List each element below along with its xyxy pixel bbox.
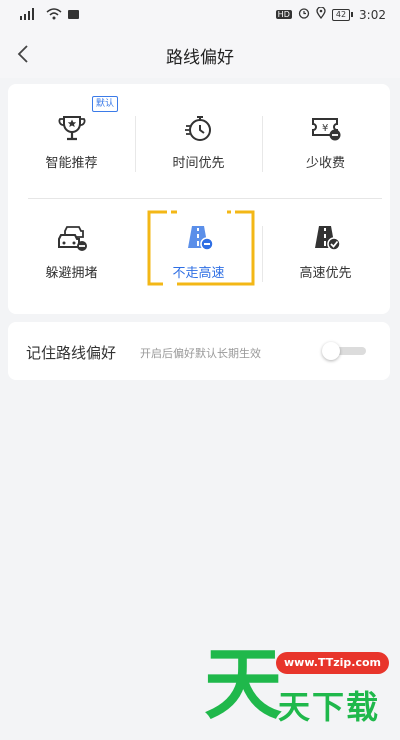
option-label: 时间优先	[172, 156, 225, 171]
trophy-icon	[58, 116, 86, 141]
clock: 3:02	[359, 7, 386, 22]
status-bar: HD 42 3:02	[0, 0, 400, 30]
highway-check-icon	[315, 226, 341, 251]
highway-minus-icon	[188, 226, 214, 251]
option-highway-first[interactable]: 高速优先	[262, 204, 389, 304]
battery-icon: 42	[331, 8, 354, 21]
option-label: 少收费	[305, 156, 345, 171]
watermark-text: 天下载	[278, 688, 381, 726]
svg-text:¥: ¥	[322, 123, 328, 134]
remember-toggle[interactable]	[322, 342, 366, 360]
notification-icon	[68, 9, 79, 23]
preference-row: 默认 智能推荐 时间优先 ¥ 少收费	[8, 94, 390, 194]
option-label: 智能推荐	[45, 156, 98, 171]
wifi-icon	[46, 8, 62, 23]
option-label: 不走高速	[172, 266, 225, 281]
option-no-highway[interactable]: 不走高速	[135, 204, 262, 304]
option-time-first[interactable]: 时间优先	[135, 94, 262, 194]
traffic-cars-icon	[58, 226, 87, 251]
route-preference-card: 默认 智能推荐 时间优先 ¥ 少收费 躲避拥堵 不走高速 高速优先	[8, 84, 390, 314]
watermark: 天 www.TTzip.com 天下载	[200, 640, 400, 740]
signal-icon	[20, 8, 40, 23]
ticket-minus-icon: ¥	[312, 118, 341, 141]
watermark-url: www.TTzip.com	[276, 652, 389, 674]
option-less-toll[interactable]: ¥ 少收费	[262, 94, 389, 194]
option-label: 躲避拥堵	[45, 266, 98, 281]
watermark-logo-char: 天	[204, 640, 283, 730]
stopwatch-icon	[185, 116, 211, 141]
remember-description: 开启后偏好默认长期生效	[140, 347, 261, 360]
page-title: 路线偏好	[166, 48, 234, 68]
option-label: 高速优先	[299, 266, 352, 281]
navbar: 路线偏好	[0, 30, 400, 78]
alarm-icon	[298, 7, 310, 22]
preference-row: 躲避拥堵 不走高速 高速优先	[8, 204, 390, 304]
location-icon	[316, 6, 326, 22]
hd-badge: HD	[275, 10, 292, 19]
row-divider	[28, 198, 382, 199]
option-smart-recommend[interactable]: 默认 智能推荐	[8, 94, 135, 194]
remember-preference-card: 记住路线偏好 开启后偏好默认长期生效	[8, 322, 390, 380]
default-badge: 默认	[92, 96, 119, 112]
remember-label: 记住路线偏好	[26, 344, 117, 362]
option-avoid-congestion[interactable]: 躲避拥堵	[8, 204, 135, 304]
battery-level: 42	[331, 8, 351, 21]
toggle-knob	[322, 342, 340, 360]
